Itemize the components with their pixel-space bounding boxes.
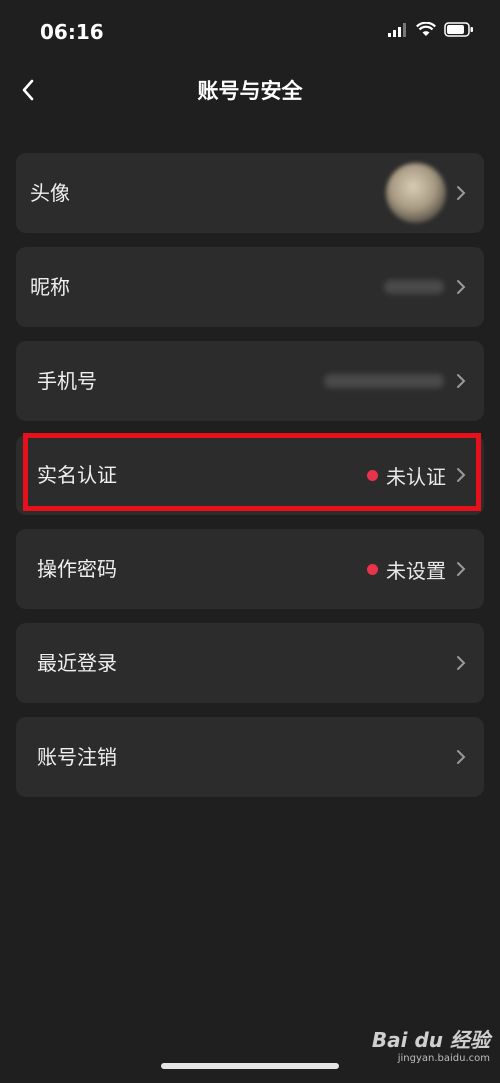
blurred-value (324, 374, 444, 388)
row-label: 实名认证 (37, 463, 117, 487)
chevron-right-icon (457, 750, 466, 764)
chevron-right-icon (457, 656, 466, 670)
page-title: 账号与安全 (197, 79, 303, 103)
avatar (386, 163, 446, 223)
settings-row-account-deletion[interactable]: 账号注销 (16, 717, 484, 797)
settings-row-nickname[interactable]: 昵称 (16, 247, 484, 327)
status-text: 未认证 (386, 464, 446, 489)
status-dot (367, 469, 378, 481)
watermark-url: jingyan.baidu.com (397, 1053, 490, 1064)
battery-icon (444, 22, 473, 37)
blurred-value (384, 280, 444, 294)
chevron-right-icon (457, 468, 466, 482)
status-text: 未设置 (386, 558, 446, 583)
watermark: Bai du 经验 jingyan.baidu.com (370, 1024, 490, 1064)
home-indicator (161, 1063, 339, 1069)
row-label: 账号注销 (37, 745, 117, 769)
status-icons (388, 22, 474, 37)
row-label: 最近登录 (37, 651, 117, 675)
chevron-right-icon (457, 186, 466, 200)
row-label: 昵称 (30, 275, 70, 299)
row-status: 未设置 (367, 529, 446, 609)
settings-row-phone[interactable]: 手机号 (16, 341, 484, 421)
settings-list: 头像 昵称 手机号 实名认证 未认证 操作密码 未设置 最近登录 账号注销 (16, 153, 484, 811)
status-bar: 06:16 (0, 0, 500, 62)
settings-row-avatar[interactable]: 头像 (16, 153, 484, 233)
nav-bar: 账号与安全 (0, 62, 500, 118)
row-label: 手机号 (37, 369, 97, 393)
signal-icon (388, 22, 406, 37)
settings-row-operation-password[interactable]: 操作密码 未设置 (16, 529, 484, 609)
row-label: 操作密码 (37, 557, 117, 581)
settings-row-real-name[interactable]: 实名认证 未认证 (16, 435, 484, 515)
watermark-logo: Bai du 经验 (371, 1028, 490, 1052)
row-label: 头像 (30, 181, 70, 205)
chevron-right-icon (457, 280, 466, 294)
status-dot (367, 563, 378, 575)
wifi-icon (416, 22, 436, 36)
status-time: 06:16 (40, 20, 104, 44)
chevron-right-icon (457, 562, 466, 576)
row-status: 未认证 (367, 435, 446, 515)
chevron-right-icon (457, 374, 466, 388)
settings-row-recent-login[interactable]: 最近登录 (16, 623, 484, 703)
